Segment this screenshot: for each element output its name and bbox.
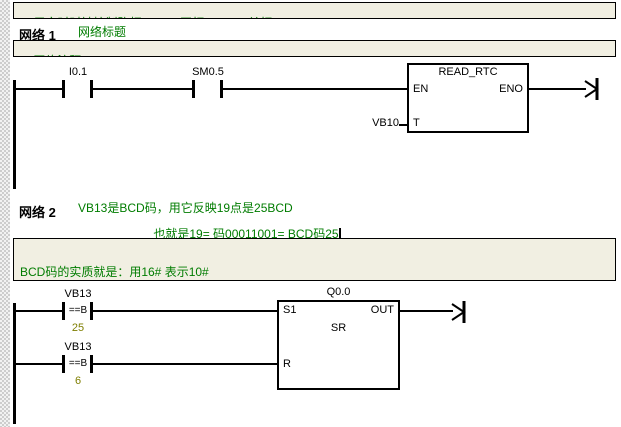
pin-out: OUT xyxy=(371,304,394,316)
program-comment-text: 用实时时钟控制路灯19：00开灯，6：00关灯。 xyxy=(33,16,284,19)
wire xyxy=(93,363,277,365)
wire xyxy=(93,310,277,312)
t-operand[interactable]: VB10 xyxy=(349,117,399,129)
power-rail xyxy=(13,80,16,189)
network2-title-line1[interactable]: VB13是BCD码，用它反映19点是25BCD xyxy=(78,202,293,215)
wire xyxy=(16,363,62,365)
compare-symbol: ==B xyxy=(65,358,91,369)
pin-eno: ENO xyxy=(499,83,523,95)
sr-operand[interactable]: Q0.0 xyxy=(277,286,400,298)
wire xyxy=(529,88,586,90)
network2-comment-line1: BCD码的实质就是：用16# 表示10# xyxy=(20,266,611,279)
block-title: SR xyxy=(279,322,398,334)
network1-title[interactable]: 网络标题 xyxy=(78,26,126,39)
left-margin-gutter xyxy=(0,0,10,427)
wire xyxy=(223,88,407,90)
contact-bar xyxy=(192,80,195,98)
program-comment-box[interactable]: 用实时时钟控制路灯19：00开灯，6：00关灯。 xyxy=(13,2,616,19)
block-title: READ_RTC xyxy=(409,66,527,78)
ladder-editor-view: 用实时时钟控制路灯19：00开灯，6：00关灯。 网络 1 网络标题 网络注释 … xyxy=(0,0,621,427)
rung-end-arrow-icon xyxy=(451,300,467,324)
network1-comment-box[interactable]: 网络注释 xyxy=(13,40,616,57)
compare-symbol: ==B xyxy=(65,305,91,316)
pin-r: R xyxy=(283,358,291,370)
wire xyxy=(93,88,192,90)
contact-operand: I0.1 xyxy=(53,66,103,78)
pin-s1: S1 xyxy=(283,304,296,316)
pin-connector xyxy=(399,124,407,126)
sr-block[interactable]: S1 OUT SR R xyxy=(277,300,400,390)
wire xyxy=(400,310,453,312)
pin-t: T xyxy=(413,117,420,129)
compare-value: 6 xyxy=(64,375,92,387)
network2-label: 网络 2 xyxy=(19,202,56,221)
contact-operand: VB13 xyxy=(53,288,103,300)
wire xyxy=(16,310,62,312)
network1-comment-text: 网络注释 xyxy=(33,54,81,57)
rung-end-arrow-icon xyxy=(584,77,600,101)
contact-bar xyxy=(62,80,65,98)
contact-operand: SM0.5 xyxy=(183,66,233,78)
contact-operand: VB13 xyxy=(53,341,103,353)
compare-value: 25 xyxy=(64,322,92,334)
read-rtc-block[interactable]: READ_RTC EN ENO T xyxy=(407,63,529,133)
pin-en: EN xyxy=(413,83,428,95)
wire xyxy=(16,88,62,90)
network2-comment-box[interactable]: BCD码的实质就是：用16# 表示10# 例：10# 19的BCD码是16# 1… xyxy=(13,238,616,281)
